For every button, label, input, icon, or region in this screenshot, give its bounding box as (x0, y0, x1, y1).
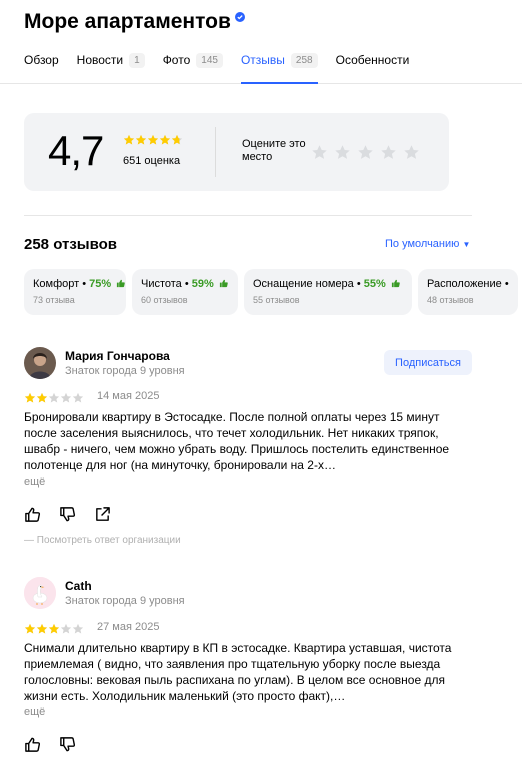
star-icon (48, 623, 60, 634)
tab-label: Отзывы (240, 53, 285, 67)
user-photo-icon (24, 347, 56, 379)
rating-value: 4,7 (48, 127, 104, 174)
star-icon (171, 134, 183, 145)
tab-features[interactable]: Особенности (336, 48, 410, 72)
star-icon (60, 623, 72, 634)
tab-label: Фото (162, 53, 191, 67)
rate-stars-input[interactable] (311, 144, 420, 161)
verified-badge-icon (234, 12, 245, 22)
rate-star-icon[interactable] (357, 144, 374, 161)
rating-summary-card: 4,7 651 оценка Оцените это место (24, 113, 449, 191)
aspect-percent: 55% (363, 278, 386, 290)
thumb-up-icon (391, 279, 400, 288)
star-icon (72, 392, 84, 403)
tabs: Обзор Новости 1 Фото 145 Отзывы 258 Особ… (24, 48, 427, 84)
like-icon[interactable] (24, 506, 41, 523)
aspect-percent: 59% (191, 278, 214, 290)
divider (215, 127, 216, 177)
business-name: Море апартаментов (24, 10, 231, 33)
review-stars (24, 392, 84, 404)
aspect-filters: Комфорт • 75% 73 отзыва Чистота • 59% 60… (24, 269, 518, 315)
review-author[interactable]: Cath (65, 579, 92, 593)
tab-label: Обзор (24, 53, 59, 67)
goose-avatar-icon (24, 577, 56, 609)
aspect-chip-cleanliness[interactable]: Чистота • 59% 60 отзывов (132, 269, 238, 315)
reviews-count-title: 258 отзывов (24, 236, 118, 253)
expand-review-link[interactable]: ещё (24, 706, 45, 718)
dislike-icon[interactable] (59, 506, 76, 523)
review-date: 14 мая 2025 (97, 390, 160, 402)
rate-star-icon[interactable] (380, 144, 397, 161)
star-icon (147, 134, 159, 145)
subscribe-button[interactable]: Подписаться (384, 350, 472, 375)
review-actions (24, 736, 76, 753)
tab-reviews[interactable]: Отзывы 258 (240, 48, 318, 84)
author-level: Знаток города 9 уровня (65, 595, 185, 607)
share-icon[interactable] (94, 506, 111, 523)
avatar[interactable] (24, 577, 56, 609)
tab-label: Новости (76, 53, 124, 67)
star-icon (123, 134, 135, 145)
avatar[interactable] (24, 347, 56, 379)
aspect-name: Комфорт (33, 278, 80, 290)
thumb-up-icon (219, 279, 228, 288)
tab-news[interactable]: Новости 1 (77, 48, 145, 72)
divider (24, 215, 472, 216)
aspect-review-count: 48 отзывов (427, 295, 474, 305)
rate-prompt: Оцените это место (242, 138, 306, 163)
aspect-chip-comfort[interactable]: Комфорт • 75% 73 отзыва (24, 269, 126, 315)
aspect-chip-location[interactable]: Расположение • 48 отзывов (418, 269, 518, 315)
tab-overview[interactable]: Обзор (24, 48, 59, 72)
review-author[interactable]: Мария Гончарова (65, 349, 170, 363)
like-icon[interactable] (24, 736, 41, 753)
tab-count-badge: 1 (129, 52, 145, 68)
aspect-review-count: 55 отзывов (253, 295, 300, 305)
header: Море апартаментов Обзор Новости 1 Фото 1… (0, 0, 522, 84)
rating-count: 651 оценка (123, 155, 181, 167)
tab-count-badge: 145 (196, 52, 223, 68)
aspect-name: Чистота (141, 278, 182, 290)
aspect-percent: 75% (89, 278, 112, 290)
rate-star-icon[interactable] (403, 144, 420, 161)
rate-star-icon[interactable] (334, 144, 351, 161)
expand-review-link[interactable]: ещё (24, 476, 45, 488)
star-icon (60, 392, 72, 403)
tab-photos[interactable]: Фото 145 (163, 48, 223, 72)
tab-label: Особенности (335, 53, 410, 67)
star-icon (48, 392, 60, 403)
business-title: Море апартаментов (24, 10, 245, 34)
review-stars (24, 623, 84, 635)
aspect-chip-room-equipment[interactable]: Оснащение номера • 55% 55 отзывов (244, 269, 412, 315)
aspect-name: Расположение (427, 278, 502, 290)
star-icon (135, 134, 147, 145)
review-actions (24, 506, 111, 523)
aspect-name: Оснащение номера (253, 278, 354, 290)
thumb-up-icon (117, 279, 125, 288)
star-icon (36, 392, 48, 403)
star-icon (24, 623, 36, 634)
star-icon (159, 134, 171, 145)
star-icon (36, 623, 48, 634)
author-level: Знаток города 9 уровня (65, 365, 185, 377)
star-icon (24, 392, 36, 403)
sort-label: По умолчанию (385, 238, 460, 250)
dislike-icon[interactable] (59, 736, 76, 753)
view-organization-reply-link[interactable]: — Посмотреть ответ организации (24, 535, 181, 546)
rating-stars (123, 134, 183, 146)
aspect-review-count: 60 отзывов (141, 295, 188, 305)
star-icon (72, 623, 84, 634)
review-text: Снимали длительно квартиру в КП в эстоса… (24, 641, 452, 703)
tab-count-badge: 258 (290, 52, 318, 68)
review-text: Бронировали квартиру в Эстосадке. После … (24, 410, 450, 472)
sort-dropdown[interactable]: По умолчанию ▼ (385, 238, 470, 250)
triangle-down-icon: ▼ (462, 240, 471, 249)
aspect-review-count: 73 отзыва (33, 295, 75, 305)
review-date: 27 мая 2025 (97, 621, 160, 633)
rate-star-icon[interactable] (311, 144, 328, 161)
